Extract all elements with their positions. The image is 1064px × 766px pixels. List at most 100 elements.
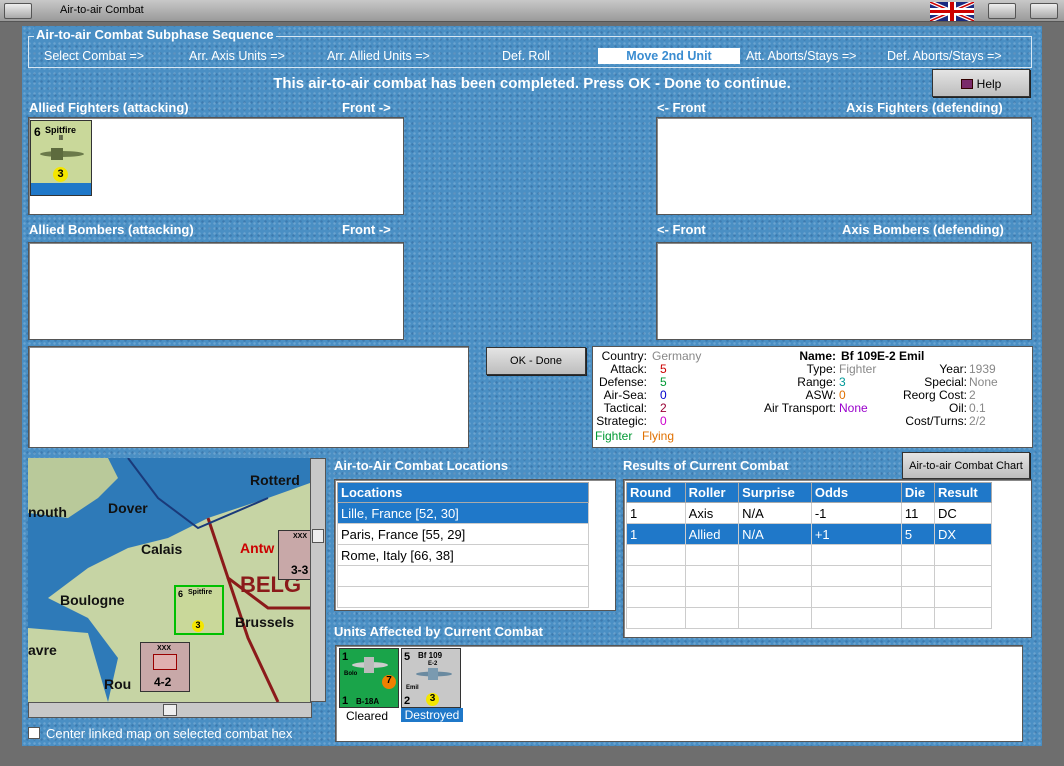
step-att-aborts: Att. Aborts/Stays => — [746, 49, 857, 63]
map-hscroll-thumb[interactable] — [163, 704, 177, 716]
map-label-rouen: Rou — [104, 676, 132, 692]
map-right-size: XXX — [293, 533, 308, 540]
front-label-2: <- Front — [657, 100, 706, 115]
year-value: 1939 — [969, 362, 996, 376]
oil-value: 0.1 — [969, 401, 986, 415]
allied-fighters-box[interactable]: 6 Spitfire II 3 — [28, 117, 404, 215]
map-label-plymouth: nouth — [28, 504, 67, 520]
bf109-defense: 2 — [404, 695, 411, 707]
ok-done-button[interactable]: OK - Done — [486, 347, 586, 375]
step-def-roll: Def. Roll — [502, 49, 550, 63]
range-value: 3 — [839, 375, 846, 389]
locations-title: Air-to-Air Combat Locations — [334, 458, 509, 473]
map-vscroll-thumb[interactable] — [312, 529, 324, 543]
allied-bombers-box[interactable] — [28, 242, 404, 340]
cell-round: 1 — [626, 502, 686, 524]
step-def-aborts: Def. Aborts/Stays => — [887, 49, 1002, 63]
location-item-empty — [337, 586, 589, 608]
year-label: Year: — [939, 362, 967, 376]
center-map-checkbox[interactable] — [28, 727, 40, 739]
cell-surprise: N/A — [738, 502, 812, 524]
strategic-value: 0 — [660, 414, 667, 428]
attack-value: 5 — [660, 362, 667, 376]
name-value: Bf 109E-2 Emil — [841, 349, 925, 363]
cell-roller: Axis — [684, 502, 740, 524]
locations-list[interactable]: Locations Lille, France [52, 30] Paris, … — [334, 479, 616, 611]
map-spitfire-counter[interactable]: 6 Spitfire 3 — [174, 585, 224, 635]
infantry-icon — [153, 654, 177, 670]
name-label: Name: — [799, 349, 836, 363]
map-counter-attack: 6 — [178, 589, 184, 599]
reorg-value: 2 — [969, 388, 976, 402]
step-select-combat: Select Combat => — [44, 49, 145, 63]
airtransport-label: Air Transport: — [763, 401, 836, 415]
front-label-4: <- Front — [657, 222, 706, 237]
combat-chart-button[interactable]: Air-to-air Combat Chart — [902, 452, 1030, 479]
affected-title: Units Affected by Current Combat — [334, 624, 543, 639]
window-title: Air-to-air Combat — [60, 4, 144, 16]
linked-map[interactable]: Dover Calais Rotterd nouth Boulogne Antw… — [28, 458, 324, 702]
table-row[interactable]: 1 Axis N/A -1 11 DC — [626, 502, 992, 524]
counter-range: 3 — [53, 167, 68, 182]
table-row-empty — [626, 565, 992, 587]
axis-bombers-box[interactable] — [656, 242, 1032, 340]
counter-attack: 6 — [34, 125, 41, 139]
table-row-empty — [626, 586, 992, 608]
system-menu-button[interactable] — [4, 3, 32, 19]
map-counter-range: 3 — [192, 620, 204, 632]
cell-die: 5 — [900, 523, 936, 545]
axis-fighters-title: Axis Fighters (defending) — [846, 100, 1003, 115]
col-die: Die — [900, 482, 936, 503]
message-box — [28, 346, 469, 448]
axis-fighters-box[interactable] — [656, 117, 1032, 215]
front-label-3: Front -> — [342, 222, 391, 237]
map-horizontal-scrollbar[interactable] — [28, 702, 312, 718]
step-move-2nd-unit: Move 2nd Unit — [598, 48, 740, 64]
bf109-sub2: Emil — [406, 685, 419, 691]
locations-header: Locations — [337, 482, 589, 503]
table-row[interactable]: 1 Allied N/A +1 5 DX — [626, 523, 992, 545]
sequence-title: Air-to-air Combat Subphase Sequence — [34, 27, 276, 42]
counter-sub: II — [59, 135, 63, 142]
map-right-strength: 3-3 — [291, 563, 309, 577]
allied-bombers-title: Allied Bombers (attacking) — [29, 222, 194, 237]
strategic-label: Strategic: — [596, 414, 647, 428]
close-button[interactable] — [1030, 3, 1058, 19]
bf109-name: Bf 109 — [418, 651, 443, 660]
location-item[interactable]: Paris, France [55, 29] — [337, 523, 589, 545]
col-round: Round — [626, 482, 686, 503]
b18a-counter[interactable]: 1 Bolo 7 1 B-18A — [339, 648, 399, 708]
b18a-range: 7 — [382, 675, 396, 689]
fighter-tag: Fighter — [595, 429, 633, 443]
location-item[interactable]: Lille, France [52, 30] — [337, 502, 589, 524]
location-item[interactable]: Rome, Italy [66, 38] — [337, 544, 589, 566]
help-button[interactable]: Help — [932, 69, 1030, 97]
b18a-status: Cleared — [346, 709, 389, 723]
tactical-label: Tactical: — [603, 401, 647, 415]
map-vertical-scrollbar[interactable] — [310, 458, 326, 702]
step-arrange-allied: Arr. Allied Units => — [327, 49, 430, 63]
tactical-value: 2 — [660, 401, 667, 415]
cell-odds: +1 — [810, 523, 902, 545]
map-infantry-counter[interactable]: XXX 4-2 — [140, 642, 190, 692]
map-label-boulogne: Boulogne — [60, 592, 125, 608]
map-label-calais: Calais — [141, 541, 183, 557]
bf109-status: Destroyed — [401, 708, 463, 722]
cell-result: DX — [934, 523, 992, 545]
table-row-empty — [626, 544, 992, 566]
help-label: Help — [976, 77, 1002, 91]
country-label: Country: — [601, 349, 647, 363]
b18a-defense: 1 — [342, 695, 349, 707]
col-surprise: Surprise — [738, 482, 812, 503]
minimize-button[interactable] — [988, 3, 1016, 19]
book-icon — [960, 79, 973, 89]
defense-value: 5 — [660, 375, 667, 389]
spitfire-plane-icon — [40, 148, 84, 160]
map-inf-size: XXX — [157, 645, 172, 652]
map-counter-name: Spitfire — [188, 589, 213, 596]
axis-bombers-title: Axis Bombers (defending) — [842, 222, 1004, 237]
type-value: Fighter — [839, 362, 877, 376]
bf109-counter[interactable]: 5 Bf 109 E-2 Emil 2 3 — [401, 648, 461, 708]
spitfire-counter[interactable]: 6 Spitfire II 3 — [30, 120, 92, 196]
costturns-value: 2/2 — [969, 414, 986, 428]
